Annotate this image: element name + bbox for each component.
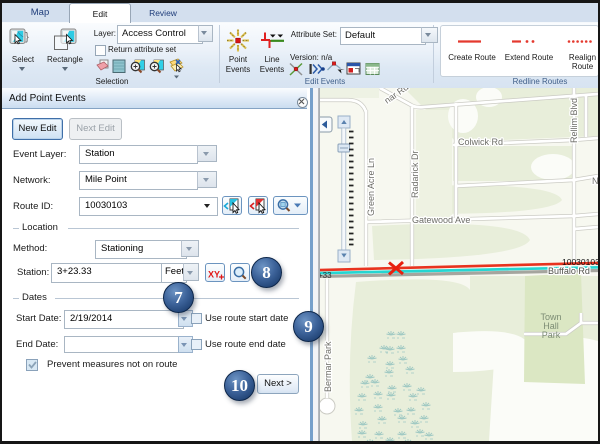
svg-text:Rellim Blvd: Rellim Blvd	[569, 98, 579, 143]
svg-text:Radarick Dr: Radarick Dr	[410, 150, 420, 198]
svg-text:Colwick Rd: Colwick Rd	[458, 137, 503, 147]
svg-text:Buffalo Rd: Buffalo Rd	[548, 266, 590, 276]
svg-text:10030103: 10030103	[562, 257, 598, 267]
svg-text:Gatewood Ave: Gatewood Ave	[412, 215, 470, 225]
svg-text:Park: Park	[542, 330, 561, 340]
svg-text:Bermar Park: Bermar Park	[323, 341, 333, 392]
svg-text:Green Acre Ln: Green Acre Ln	[366, 158, 376, 216]
svg-text:+33: +33	[319, 271, 332, 280]
svg-text:}: }	[25, 31, 29, 43]
